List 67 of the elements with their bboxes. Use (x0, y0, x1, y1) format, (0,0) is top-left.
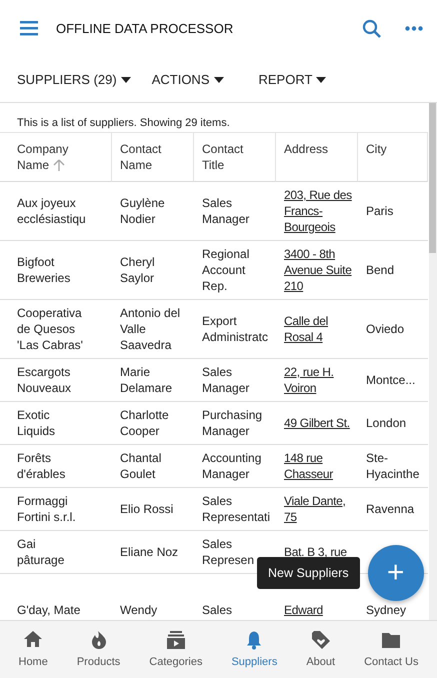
scrollbar[interactable] (429, 103, 437, 620)
table-cell: Cheryl Saylor (112, 241, 194, 300)
home-icon (23, 630, 44, 650)
table-cell: Montce... (358, 359, 428, 402)
nav-tab[interactable]: Products (72, 621, 124, 678)
nav-tab[interactable]: Categories (145, 621, 206, 678)
table-cell: Sales Representati (194, 488, 276, 531)
column-header[interactable]: Contact Title (194, 132, 276, 182)
table-cell: Bigfoot Breweries (0, 241, 112, 300)
address-link[interactable]: Calle del Rosal 4 (284, 313, 357, 345)
table-cell: Forêts d'érables (0, 445, 112, 488)
table-cell: Purchasing Manager (194, 402, 276, 445)
add-button[interactable]: + (368, 545, 424, 601)
table-cell: Charlotte Cooper (112, 402, 194, 445)
table-cell: Regional Account Rep. (194, 241, 276, 300)
table-cell: Exotic Liquids (0, 402, 112, 445)
categories-icon (166, 630, 186, 650)
table-cell: Accounting Manager (194, 445, 276, 488)
table-caption: This is a list of suppliers. Showing 29 items. (16, 116, 230, 131)
table-cell: Guylène Nodier (112, 182, 194, 241)
table-cell: Gai pâturage (0, 531, 112, 574)
menu-button[interactable]: ACTIONS (152, 72, 224, 87)
nav-tab[interactable]: Contact Us (360, 621, 422, 678)
nav-tab[interactable]: Suppliers (227, 621, 282, 678)
caret-icon (120, 76, 131, 82)
table-cell: Aux joyeux ecclésiastiqu (0, 182, 112, 241)
menu-icon[interactable] (20, 21, 38, 36)
table-cell: Escargots Nouveaux (0, 359, 112, 402)
address-link[interactable]: Viale Dante, 75 (284, 493, 357, 525)
table-cell: Sales Manager (194, 359, 276, 402)
table-cell: Export Administratc (194, 300, 276, 359)
table-cell: Paris (358, 182, 428, 241)
app-title: OFFLINE DATA PROCESSOR (56, 21, 234, 36)
table-cell: Cooperativa de Quesos 'Las Cabras' (0, 300, 112, 359)
address-link[interactable]: 49 Gilbert St. (284, 415, 350, 431)
more-icon[interactable] (405, 26, 423, 31)
table-cell: Ste-Hyacinthe (358, 445, 428, 488)
address-link[interactable]: 203, Rue des Francs-Bourgeois (284, 187, 357, 235)
table-cell: Formaggi Fortini s.r.l. (0, 488, 112, 531)
column-header[interactable]: Address (276, 132, 358, 182)
table-cell: Eliane Noz (112, 531, 194, 574)
address-link[interactable]: 22, rue H. Voiron (284, 364, 357, 396)
table-cell: Elio Rossi (112, 488, 194, 531)
column-header[interactable]: City (358, 132, 428, 182)
table-cell: Marie Delamare (112, 359, 194, 402)
address-link[interactable]: 148 rue Chasseur (284, 450, 357, 482)
table-cell: Chantal Goulet (112, 445, 194, 488)
column-header[interactable]: Company Name (0, 132, 112, 182)
nav-tab[interactable]: About (302, 621, 340, 678)
caret-icon (316, 76, 326, 82)
address-link[interactable]: Bat. B 3, rue (284, 544, 347, 560)
address-link[interactable]: 3400 - 8th Avenue Suite 210 (284, 246, 357, 294)
address-link[interactable]: Edward (284, 602, 323, 618)
table-cell: Ravenna (358, 488, 428, 531)
table-cell: Sales Manager (194, 182, 276, 241)
tag-icon (310, 630, 331, 650)
table-cell: Antonio del Valle Saavedra (112, 300, 194, 359)
nav-tab[interactable]: Home (14, 621, 52, 678)
table-cell: London (358, 402, 428, 445)
caret-icon (214, 76, 224, 82)
column-header[interactable]: Contact Name (112, 132, 194, 182)
menu-button[interactable]: SUPPLIERS (29) (17, 72, 131, 87)
folder-icon (381, 630, 402, 650)
menu-button[interactable]: REPORT (258, 72, 326, 87)
table-cell: Oviedo (358, 300, 428, 359)
search-icon[interactable] (362, 19, 381, 38)
table-cell: Bend (358, 241, 428, 300)
